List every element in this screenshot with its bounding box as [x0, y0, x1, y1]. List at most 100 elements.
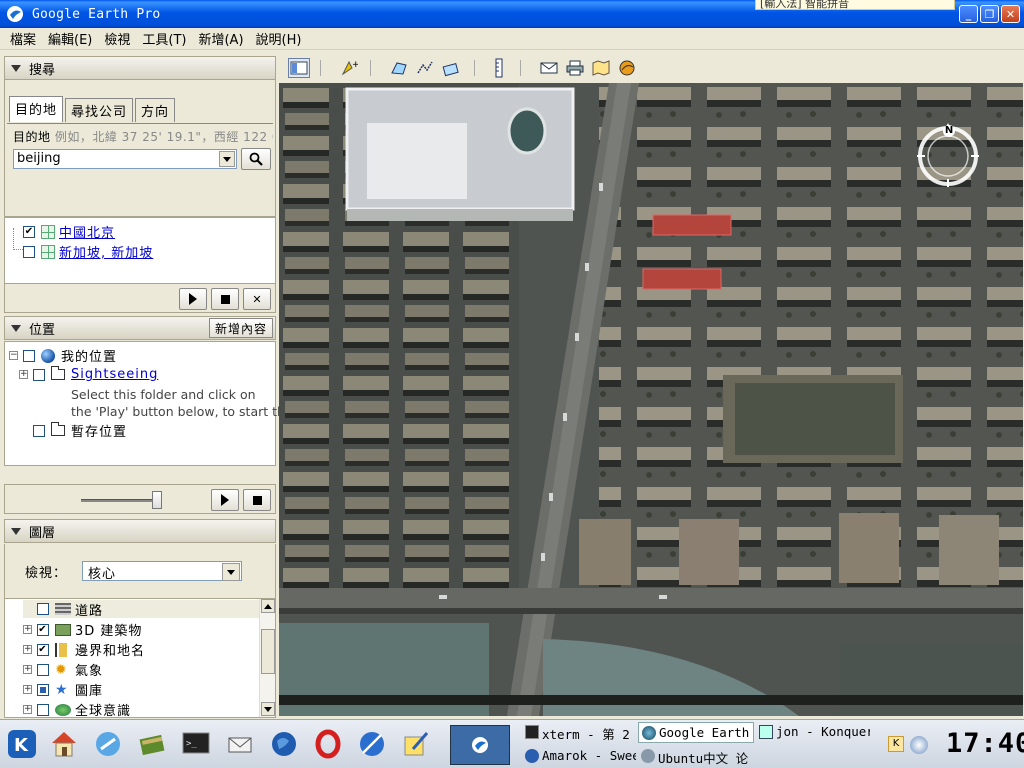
menu-add[interactable]: 新增(A): [192, 29, 249, 48]
close-button[interactable]: ✕: [1001, 5, 1020, 23]
result-checkbox[interactable]: ✔: [23, 225, 35, 238]
result-item[interactable]: 新加坡, 新加坡: [23, 242, 153, 261]
add-path-button[interactable]: [414, 58, 436, 78]
expand-icon[interactable]: +: [23, 685, 32, 694]
map-view[interactable]: N: [279, 83, 1023, 716]
add-overlay-button[interactable]: [440, 58, 462, 78]
globe-launcher[interactable]: [266, 726, 302, 762]
expand-icon[interactable]: +: [23, 625, 32, 634]
menu-tools[interactable]: 工具(T): [136, 29, 192, 48]
layer-checkbox[interactable]: [37, 703, 49, 716]
browser-launcher[interactable]: [90, 726, 126, 762]
menu-help[interactable]: 說明(H): [250, 29, 308, 48]
maximize-button[interactable]: ❐: [980, 5, 999, 23]
layers-scrollbar[interactable]: [259, 599, 275, 717]
layer-item-roads[interactable]: 道路: [23, 600, 259, 619]
place-label[interactable]: Sightseeing: [71, 367, 158, 382]
expand-icon[interactable]: +: [23, 705, 32, 714]
places-item-sightseeing[interactable]: + Sightseeing: [19, 366, 158, 382]
clear-search-button[interactable]: ✕: [243, 288, 271, 310]
klipper-icon[interactable]: K: [888, 736, 904, 752]
menu-edit[interactable]: 編輯(E): [42, 29, 98, 48]
sidebar-toggle-button[interactable]: [288, 58, 310, 78]
scroll-down-button[interactable]: [261, 702, 275, 716]
layer-checkbox[interactable]: ✔: [37, 643, 49, 656]
kate-launcher[interactable]: [398, 726, 434, 762]
home-launcher[interactable]: [46, 726, 82, 762]
places-item-my-places[interactable]: − 我的位置: [9, 346, 117, 365]
satellite-imagery[interactable]: [279, 83, 1023, 716]
layers-panel-header[interactable]: 圖層: [4, 519, 276, 543]
task-google-earth[interactable]: Google Earth: [638, 722, 754, 743]
scroll-thumb[interactable]: [261, 629, 275, 674]
place-checkbox[interactable]: [33, 424, 45, 437]
tab-find-business[interactable]: 尋找公司: [65, 98, 134, 122]
opera-launcher[interactable]: [310, 726, 346, 762]
kde-menu-button[interactable]: K: [4, 726, 40, 762]
layer-item-gallery[interactable]: + ★ 圖庫: [23, 680, 103, 699]
expand-icon[interactable]: +: [23, 645, 32, 654]
clock[interactable]: 17:40: [946, 728, 1024, 759]
layer-item-3d-buildings[interactable]: + ✔ 3D 建築物: [23, 620, 142, 639]
email-button[interactable]: [538, 58, 560, 78]
search-panel-header[interactable]: 搜尋: [4, 56, 276, 80]
tab-directions[interactable]: 方向: [135, 98, 176, 122]
search-button[interactable]: [241, 148, 271, 170]
tab-fly-to[interactable]: 目的地: [9, 96, 64, 122]
menu-file[interactable]: 檔案: [4, 29, 42, 48]
search-input[interactable]: beijing: [13, 149, 237, 169]
places-panel-header[interactable]: 位置 新增內容: [4, 316, 276, 340]
expand-icon[interactable]: +: [19, 370, 28, 379]
menu-view[interactable]: 檢視: [98, 29, 136, 48]
layer-checkbox[interactable]: ✔: [37, 623, 49, 636]
layers-view-select[interactable]: 核心: [82, 561, 242, 582]
desktop-pager[interactable]: [450, 725, 510, 765]
scroll-up-button[interactable]: [261, 599, 275, 613]
layer-item-borders[interactable]: + ✔ 邊界和地名: [23, 640, 145, 659]
add-placemark-button[interactable]: +: [338, 58, 360, 78]
slider-thumb[interactable]: [152, 491, 162, 509]
terminal-launcher[interactable]: >_: [178, 726, 214, 762]
view-in-maps-button[interactable]: [590, 58, 612, 78]
search-history-dropdown[interactable]: [219, 151, 235, 167]
stop-button[interactable]: [211, 288, 239, 310]
layer-checkbox[interactable]: [37, 683, 49, 696]
ruler-button[interactable]: [488, 58, 510, 78]
place-checkbox[interactable]: [33, 368, 45, 381]
tour-speed-slider[interactable]: [81, 499, 161, 502]
minimize-button[interactable]: _: [959, 5, 978, 23]
expand-icon[interactable]: −: [9, 351, 18, 360]
network-icon[interactable]: [910, 736, 928, 754]
print-icon: [566, 60, 584, 76]
place-label: 暫存位置: [71, 425, 128, 440]
print-button[interactable]: [564, 58, 586, 78]
expand-icon[interactable]: +: [23, 665, 32, 674]
place-checkbox[interactable]: [23, 349, 35, 362]
mail-launcher[interactable]: [222, 726, 258, 762]
layer-checkbox[interactable]: [37, 663, 49, 676]
play-tour-button[interactable]: [211, 489, 239, 511]
result-item[interactable]: ✔ 中國北京: [23, 222, 115, 241]
result-link[interactable]: 新加坡, 新加坡: [59, 242, 153, 261]
result-checkbox[interactable]: [23, 245, 35, 258]
layer-checkbox[interactable]: [37, 603, 49, 615]
konqueror-launcher[interactable]: [354, 726, 390, 762]
layer-item-global-awareness[interactable]: + 全球意識: [23, 700, 131, 717]
view-dropdown-button[interactable]: [222, 563, 240, 581]
add-content-button[interactable]: 新增內容: [208, 318, 273, 338]
layer-item-weather[interactable]: + ✹ 氣象: [23, 660, 103, 679]
places-item-temporary[interactable]: 暫存位置: [19, 421, 127, 440]
task-amarok[interactable]: Amarok - Swee: [522, 746, 636, 767]
sky-switch-button[interactable]: [616, 58, 638, 78]
stop-button[interactable]: [243, 489, 271, 511]
result-link[interactable]: 中國北京: [59, 222, 115, 241]
task-xterm[interactable]: xterm - 第 2: [522, 722, 636, 743]
layer-label: 邊界和地名: [75, 644, 146, 659]
folder-icon: [51, 366, 65, 380]
add-polygon-button[interactable]: [388, 58, 410, 78]
task-konqueror[interactable]: jon - Konquer: [756, 722, 870, 743]
ime-indicator[interactable]: [輸入法] 智能拼音: [755, 0, 955, 10]
play-tour-button[interactable]: [179, 288, 207, 310]
books-launcher[interactable]: [134, 726, 170, 762]
task-ubuntu-forum[interactable]: Ubuntu中文 论: [638, 746, 754, 767]
